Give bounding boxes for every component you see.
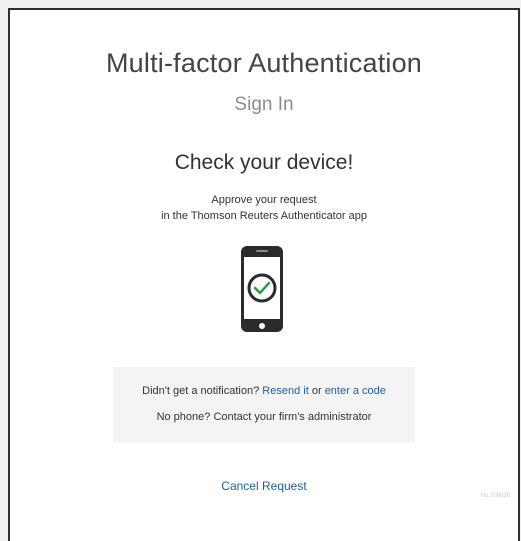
enter-code-link[interactable]: enter a code — [325, 385, 386, 397]
auth-card: Multi-factor Authentication Sign In Chec… — [8, 8, 520, 541]
instruction-line-2: in the Thomson Reuters Authenticator app — [161, 210, 367, 222]
check-device-heading: Check your device! — [174, 151, 354, 174]
instruction-line-1: Approve your request — [211, 194, 317, 206]
page-subtitle: Sign In — [234, 94, 294, 115]
notification-help-box: Didn't get a notification? Resend it or … — [113, 367, 415, 443]
build-id: Ho 208028 — [480, 493, 510, 499]
notification-help-prefix: Didn't get a notification? — [142, 385, 260, 397]
resend-link[interactable]: Resend it — [262, 385, 308, 397]
no-phone-text: No phone? Contact your firm's administra… — [156, 411, 372, 423]
phone-check-icon — [240, 245, 284, 333]
instruction-text: Approve your request in the Thomson Reut… — [10, 192, 518, 224]
page-title: Multi-factor Authentication — [105, 48, 423, 78]
notification-help-line: Didn't get a notification? Resend it or … — [113, 385, 415, 397]
page: Multi-factor Authentication Sign In Chec… — [0, 0, 521, 541]
or-text: or — [311, 385, 322, 397]
cancel-request-link[interactable]: Cancel Request — [10, 479, 518, 493]
